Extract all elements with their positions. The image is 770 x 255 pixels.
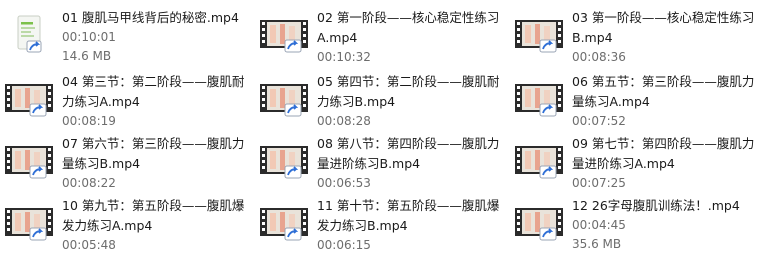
video-file-icon — [5, 78, 53, 118]
file-duration: 00:07:25 — [572, 176, 626, 190]
video-file-icon — [515, 78, 563, 118]
file-name: 10 第九节：第五阶段——腹肌爆发力练习A.mp4 — [62, 198, 245, 233]
file-name: 01 腹肌马甲线背后的秘密.mp4 — [62, 10, 239, 25]
file-tile[interactable]: 05 第四节：第二阶段——腹肌耐力练习B.mp4 00:08:28 — [255, 72, 505, 130]
file-size: 35.6 MB — [572, 237, 622, 251]
video-file-icon — [260, 140, 308, 180]
file-duration: 00:05:48 — [62, 238, 116, 252]
file-grid: 01 腹肌马甲线背后的秘密.mp4 00:10:01 14.6 MB 02 第一… — [0, 0, 770, 255]
video-file-icon — [260, 78, 308, 118]
file-duration: 00:07:52 — [572, 114, 626, 128]
video-file-icon — [515, 140, 563, 180]
document-file-icon — [5, 14, 53, 54]
file-duration: 00:08:22 — [62, 176, 116, 190]
file-tile[interactable]: 02 第一阶段——核心稳定性练习A.mp4 00:10:32 — [255, 8, 505, 66]
file-name: 07 第六节：第三阶段——腹肌力量练习B.mp4 — [62, 136, 245, 171]
file-tile[interactable]: 03 第一阶段——核心稳定性练习B.mp4 00:08:36 — [510, 8, 760, 66]
file-tile[interactable]: 11 第十节：第五阶段——腹肌爆发力练习B.mp4 00:06:15 — [255, 196, 505, 254]
file-name: 12 26字母腹肌训练法！.mp4 — [572, 198, 740, 213]
file-name: 05 第四节：第二阶段——腹肌耐力练习B.mp4 — [317, 74, 500, 109]
video-file-icon — [515, 14, 563, 54]
file-duration: 00:10:01 — [62, 30, 116, 44]
file-name: 09 第七节：第四阶段——腹肌力量进阶练习A.mp4 — [572, 136, 755, 171]
file-name: 08 第八节：第四阶段——腹肌力量进阶练习B.mp4 — [317, 136, 500, 171]
file-tile[interactable]: 07 第六节：第三阶段——腹肌力量练习B.mp4 00:08:22 — [0, 134, 250, 192]
file-size: 14.6 MB — [62, 49, 112, 63]
file-duration: 00:08:36 — [572, 50, 626, 64]
file-name: 03 第一阶段——核心稳定性练习B.mp4 — [572, 10, 755, 45]
file-duration: 00:04:45 — [572, 218, 626, 232]
file-tile[interactable]: 04 第三节：第二阶段——腹肌耐力练习A.mp4 00:08:19 — [0, 72, 250, 130]
file-tile[interactable]: 12 26字母腹肌训练法！.mp4 00:04:45 35.6 MB — [510, 196, 760, 254]
file-name: 11 第十节：第五阶段——腹肌爆发力练习B.mp4 — [317, 198, 500, 233]
file-duration: 00:06:53 — [317, 176, 371, 190]
file-name: 02 第一阶段——核心稳定性练习A.mp4 — [317, 10, 500, 45]
file-duration: 00:08:19 — [62, 114, 116, 128]
file-name: 04 第三节：第二阶段——腹肌耐力练习A.mp4 — [62, 74, 245, 109]
file-duration: 00:08:28 — [317, 114, 371, 128]
video-file-icon — [260, 14, 308, 54]
video-file-icon — [515, 202, 563, 242]
file-tile[interactable]: 06 第五节：第三阶段——腹肌力量练习A.mp4 00:07:52 — [510, 72, 760, 130]
video-file-icon — [5, 140, 53, 180]
video-file-icon — [260, 202, 308, 242]
file-duration: 00:10:32 — [317, 50, 371, 64]
file-tile[interactable]: 10 第九节：第五阶段——腹肌爆发力练习A.mp4 00:05:48 — [0, 196, 250, 254]
file-name: 06 第五节：第三阶段——腹肌力量练习A.mp4 — [572, 74, 755, 109]
video-file-icon — [5, 202, 53, 242]
file-duration: 00:06:15 — [317, 238, 371, 252]
file-tile[interactable]: 08 第八节：第四阶段——腹肌力量进阶练习B.mp4 00:06:53 — [255, 134, 505, 192]
file-tile[interactable]: 09 第七节：第四阶段——腹肌力量进阶练习A.mp4 00:07:25 — [510, 134, 760, 192]
file-tile[interactable]: 01 腹肌马甲线背后的秘密.mp4 00:10:01 14.6 MB — [0, 8, 250, 66]
